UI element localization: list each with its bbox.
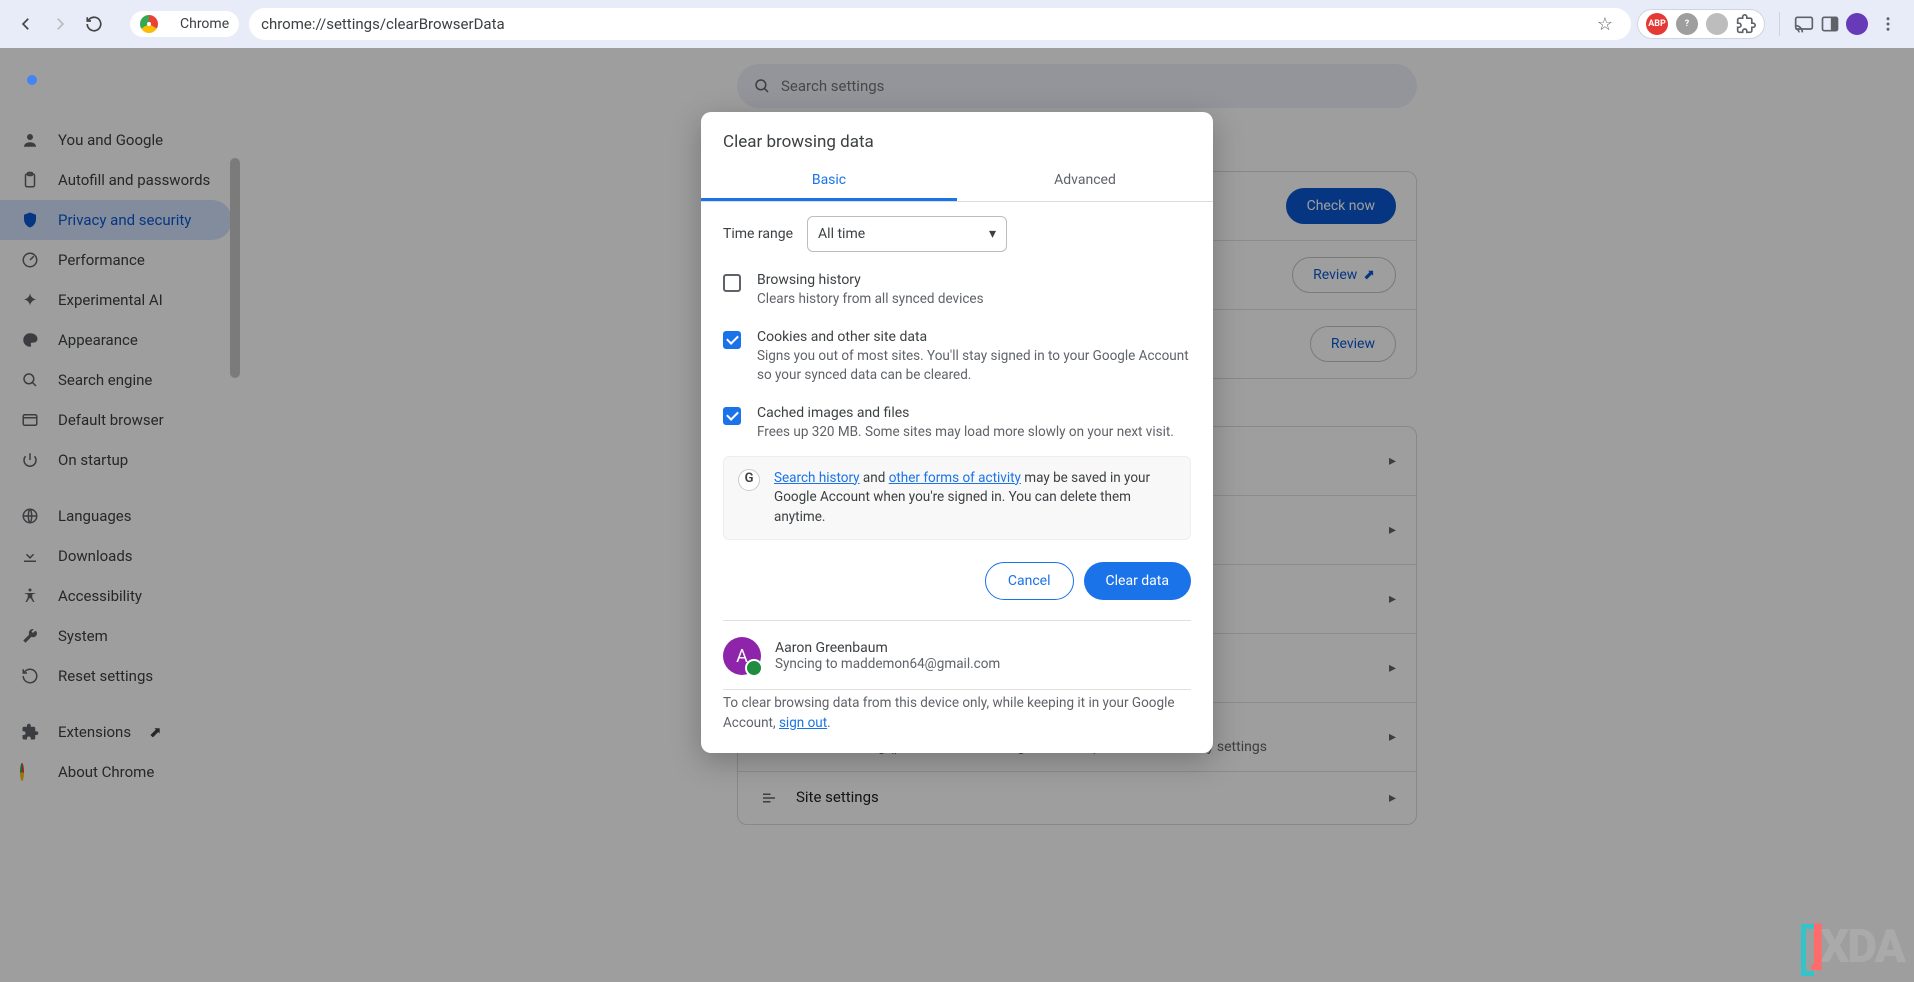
user-avatar: A <box>723 637 761 675</box>
option-subtitle: Frees up 320 MB. Some sites may load mor… <box>757 423 1174 442</box>
user-sync-status: Syncing to maddemon64@gmail.com <box>775 656 1000 672</box>
back-button[interactable] <box>12 10 40 38</box>
xda-watermark: ]XDA <box>1811 920 1904 974</box>
option-title: Cached images and files <box>757 405 1174 421</box>
extension-grey[interactable] <box>1706 13 1728 35</box>
forward-button[interactable] <box>46 10 74 38</box>
bookmark-icon[interactable]: ☆ <box>1597 14 1613 35</box>
checkbox[interactable] <box>723 407 741 425</box>
extension-abp[interactable]: ABP <box>1646 13 1668 35</box>
url-text: chrome://settings/clearBrowserData <box>261 15 505 33</box>
option-subtitle: Clears history from all synced devices <box>757 290 984 309</box>
google-icon: G <box>738 469 760 491</box>
search-history-link[interactable]: Search history <box>774 470 860 486</box>
dialog-tabs: Basic Advanced <box>701 160 1213 202</box>
extensions-icon[interactable] <box>1736 14 1756 34</box>
cancel-button[interactable]: Cancel <box>985 562 1074 600</box>
site-chip[interactable]: Chrome <box>130 11 239 37</box>
address-bar[interactable]: chrome://settings/clearBrowserData ☆ <box>249 8 1631 40</box>
option-title: Browsing history <box>757 272 984 288</box>
dialog-title: Clear browsing data <box>701 112 1213 160</box>
time-range-select[interactable]: All time ▾ <box>807 216 1007 252</box>
menu-button[interactable] <box>1874 10 1902 38</box>
cast-icon[interactable] <box>1794 14 1814 34</box>
time-range-label: Time range <box>723 226 793 242</box>
chrome-icon <box>140 15 158 33</box>
dialog-footnote: To clear browsing data from this device … <box>701 690 1213 753</box>
site-chip-label: Chrome <box>180 16 229 32</box>
clear-data-dialog: Clear browsing data Basic Advanced Time … <box>701 112 1213 753</box>
clear-option-2: Cached images and files Frees up 320 MB. … <box>723 395 1191 452</box>
profile-avatar[interactable] <box>1846 13 1868 35</box>
clear-option-0: Browsing history Clears history from all … <box>723 262 1191 319</box>
clear-data-button[interactable]: Clear data <box>1084 562 1191 600</box>
google-activity-info: G Search history and other forms of acti… <box>723 456 1191 541</box>
tab-basic[interactable]: Basic <box>701 160 957 201</box>
chevron-down-icon: ▾ <box>989 226 996 242</box>
sync-user-row: A Aaron Greenbaum Syncing to maddemon64@… <box>701 621 1213 685</box>
sidepanel-icon[interactable] <box>1820 14 1840 34</box>
extension-unknown[interactable]: ? <box>1676 13 1698 35</box>
clear-option-1: Cookies and other site data Signs you out… <box>723 319 1191 395</box>
option-subtitle: Signs you out of most sites. You'll stay… <box>757 347 1191 385</box>
sign-out-link[interactable]: sign out <box>779 715 827 731</box>
checkbox[interactable] <box>723 274 741 292</box>
extensions-group: ABP ? <box>1637 9 1765 39</box>
browser-toolbar: Chrome chrome://settings/clearBrowserDat… <box>0 0 1914 48</box>
reload-button[interactable] <box>80 10 108 38</box>
checkbox[interactable] <box>723 331 741 349</box>
option-title: Cookies and other site data <box>757 329 1191 345</box>
user-name: Aaron Greenbaum <box>775 640 1000 656</box>
tab-advanced[interactable]: Advanced <box>957 160 1213 201</box>
other-activity-link[interactable]: other forms of activity <box>889 470 1021 486</box>
